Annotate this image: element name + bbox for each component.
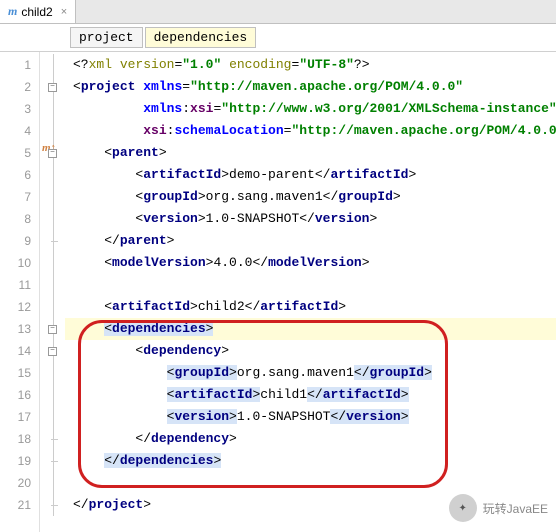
- fold-cell: [40, 164, 65, 186]
- tab-bar: m child2 ×: [0, 0, 556, 24]
- code-line[interactable]: [65, 472, 556, 494]
- code-line[interactable]: </parent>: [65, 230, 556, 252]
- fold-end-icon: [51, 241, 58, 242]
- code-line[interactable]: <groupId>org.sang.maven1</groupId>: [65, 186, 556, 208]
- code-line[interactable]: <parent>: [65, 142, 556, 164]
- code-area[interactable]: <?xml version="1.0" encoding="UTF-8"?><p…: [65, 52, 556, 532]
- fold-cell: −: [40, 318, 65, 340]
- fold-cell: [40, 296, 65, 318]
- line-number: 16: [0, 384, 39, 406]
- editor[interactable]: 123456789101112131415161718192021 −−−− <…: [0, 52, 556, 532]
- line-number: 8: [0, 208, 39, 230]
- fold-cell: −: [40, 340, 65, 362]
- fold-cell: [40, 98, 65, 120]
- fold-collapse-icon[interactable]: −: [48, 83, 57, 92]
- file-tab[interactable]: m child2 ×: [0, 0, 76, 23]
- fold-cell: [40, 362, 65, 384]
- close-icon[interactable]: ×: [61, 6, 67, 18]
- code-line[interactable]: <version>1.0-SNAPSHOT</version>: [65, 406, 556, 428]
- watermark: ✦ 玩转JavaEE: [449, 494, 548, 522]
- line-number: 18: [0, 428, 39, 450]
- fold-cell: [40, 186, 65, 208]
- fold-cell: [40, 208, 65, 230]
- code-line[interactable]: <modelVersion>4.0.0</modelVersion>: [65, 252, 556, 274]
- line-number: 11: [0, 274, 39, 296]
- fold-cell: [40, 384, 65, 406]
- watermark-text: 玩转JavaEE: [483, 500, 548, 517]
- code-line[interactable]: [65, 274, 556, 296]
- code-line[interactable]: </dependencies>: [65, 450, 556, 472]
- fold-cell: [40, 274, 65, 296]
- line-number: 1: [0, 54, 39, 76]
- fold-cell: −: [40, 76, 65, 98]
- code-line[interactable]: xmlns:xsi="http://www.w3.org/2001/XMLSch…: [65, 98, 556, 120]
- code-line[interactable]: <version>1.0-SNAPSHOT</version>: [65, 208, 556, 230]
- line-number: 7: [0, 186, 39, 208]
- line-number: 21: [0, 494, 39, 516]
- code-line[interactable]: <dependency>: [65, 340, 556, 362]
- maven-icon: m: [8, 4, 17, 19]
- code-line[interactable]: <artifactId>child1</artifactId>: [65, 384, 556, 406]
- code-line[interactable]: <groupId>org.sang.maven1</groupId>: [65, 362, 556, 384]
- line-number: 4: [0, 120, 39, 142]
- fold-cell: [40, 472, 65, 494]
- breadcrumb: project dependencies: [0, 24, 556, 52]
- fold-end-icon: [51, 439, 58, 440]
- code-line[interactable]: <artifactId>child2</artifactId>: [65, 296, 556, 318]
- code-line[interactable]: <?xml version="1.0" encoding="UTF-8"?>: [65, 54, 556, 76]
- fold-cell: [40, 252, 65, 274]
- fold-cell: [40, 450, 65, 472]
- code-line[interactable]: </dependency>: [65, 428, 556, 450]
- code-line[interactable]: xsi:schemaLocation="http://maven.apache.…: [65, 120, 556, 142]
- line-number: 19: [0, 450, 39, 472]
- fold-cell: [40, 120, 65, 142]
- code-line[interactable]: <dependencies>: [65, 318, 556, 340]
- fold-gutter: − − − −: [40, 52, 65, 532]
- line-number: 17: [0, 406, 39, 428]
- fold-end-icon: [51, 505, 58, 506]
- wechat-icon: ✦: [449, 494, 477, 522]
- fold-cell: [40, 494, 65, 516]
- fold-collapse-icon[interactable]: −: [48, 325, 57, 334]
- breadcrumb-current[interactable]: dependencies: [145, 27, 257, 48]
- code-line[interactable]: <project xmlns="http://maven.apache.org/…: [65, 76, 556, 98]
- line-gutter: 123456789101112131415161718192021: [0, 52, 40, 532]
- breadcrumb-root[interactable]: project: [70, 27, 143, 48]
- fold-end-icon: [51, 461, 58, 462]
- line-number: 2: [0, 76, 39, 98]
- line-number: 6: [0, 164, 39, 186]
- line-number: 20: [0, 472, 39, 494]
- line-number: 12: [0, 296, 39, 318]
- fold-cell: [40, 406, 65, 428]
- line-number: 14: [0, 340, 39, 362]
- fold-collapse-icon[interactable]: −: [48, 347, 57, 356]
- tab-label: child2: [21, 5, 52, 19]
- line-number: 5: [0, 142, 39, 164]
- fold-collapse-icon[interactable]: −: [48, 149, 57, 158]
- fold-cell: [40, 54, 65, 76]
- fold-cell: [40, 230, 65, 252]
- fold-cell: [40, 428, 65, 450]
- line-number: 15: [0, 362, 39, 384]
- line-number: 13: [0, 318, 39, 340]
- line-number: 9: [0, 230, 39, 252]
- code-line[interactable]: <artifactId>demo-parent</artifactId>: [65, 164, 556, 186]
- line-number: 3: [0, 98, 39, 120]
- line-number: 10: [0, 252, 39, 274]
